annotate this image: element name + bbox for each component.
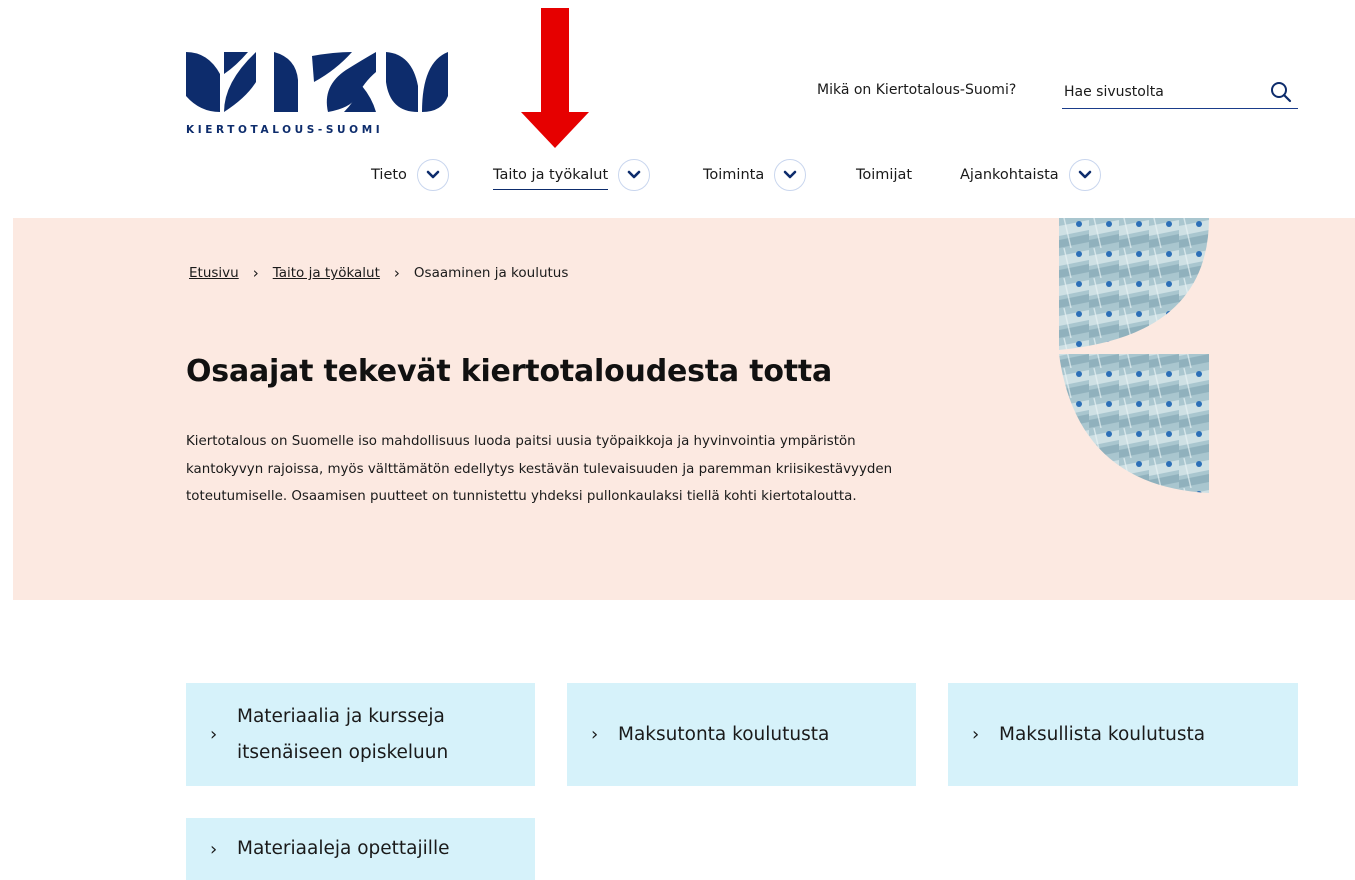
logo-tagline: KIERTOTALOUS-SUOMI xyxy=(186,124,384,136)
search-icon xyxy=(1271,82,1292,103)
chevron-down-icon[interactable] xyxy=(774,159,807,191)
nav-item-label: Toiminta xyxy=(703,167,765,183)
breadcrumb-separator: › xyxy=(252,264,259,282)
chevron-down-icon[interactable] xyxy=(1068,159,1101,191)
nav-item-toimijat[interactable]: Toimijat xyxy=(856,159,912,191)
nav-item-label: Ajankohtaista xyxy=(960,167,1059,183)
site-search xyxy=(1062,76,1298,109)
chevron-down-icon[interactable] xyxy=(618,159,651,191)
page-title: Osaajat tekevät kiertotaloudesta totta xyxy=(186,354,833,389)
card-self-study[interactable]: › Materiaalia ja kursseja itsenäiseen op… xyxy=(186,683,535,786)
card-label: Maksutonta koulutusta xyxy=(618,723,830,745)
site-logo[interactable]: KIERTOTALOUS-SUOMI xyxy=(186,46,448,138)
chevron-right-icon: › xyxy=(210,838,218,860)
nav-item-label: Tieto xyxy=(371,167,407,183)
breadcrumb-current: Osaaminen ja koulutus xyxy=(413,265,569,281)
card-teacher-materials[interactable]: › Materiaaleja opettajille xyxy=(186,818,535,880)
hero-intro: Kiertotalous on Suomelle iso mahdollisuu… xyxy=(186,434,893,504)
search-input[interactable] xyxy=(1064,80,1259,104)
search-button[interactable] xyxy=(1268,79,1294,105)
nav-item-toiminta[interactable]: Toiminta xyxy=(703,159,807,191)
nav-item-ajankohtaista[interactable]: Ajankohtaista xyxy=(960,159,1101,191)
main-nav: Tieto Taito ja työkalut Toiminta Toimija… xyxy=(0,159,1355,195)
chevron-right-icon: › xyxy=(591,724,599,745)
nav-item-taito-ja-tyokalut[interactable]: Taito ja työkalut xyxy=(493,159,651,191)
chevron-down-icon[interactable] xyxy=(416,159,449,191)
kisu-logo-icon xyxy=(186,52,448,112)
card-free-training[interactable]: › Maksutonta koulutusta xyxy=(567,683,916,786)
plastic-bottles-image xyxy=(1059,218,1209,493)
chevron-right-icon: › xyxy=(972,724,980,745)
card-label: Materiaaleja opettajille xyxy=(237,838,450,859)
chevron-right-icon: › xyxy=(210,724,218,745)
card-paid-training[interactable]: › Maksullista koulutusta xyxy=(948,683,1298,786)
nav-item-label: Toimijat xyxy=(856,167,913,183)
breadcrumb-link-home[interactable]: Etusivu xyxy=(189,265,239,281)
nav-item-label: Taito ja työkalut xyxy=(493,167,609,190)
site-header: KIERTOTALOUS-SUOMI Mikä on Kiertotalous-… xyxy=(0,0,1355,218)
nav-item-tieto[interactable]: Tieto xyxy=(371,159,449,191)
card-label: Materiaalia ja kursseja itsenäiseen opis… xyxy=(237,705,449,763)
red-arrow-annotation-icon xyxy=(521,8,589,148)
breadcrumb-separator: › xyxy=(393,264,400,282)
breadcrumb: Etusivu › Taito ja työkalut › Osaaminen … xyxy=(189,264,568,282)
breadcrumb-link-taito[interactable]: Taito ja työkalut xyxy=(273,265,380,281)
hero-section: Etusivu › Taito ja työkalut › Osaaminen … xyxy=(13,218,1355,600)
card-label: Maksullista koulutusta xyxy=(999,723,1206,745)
about-link[interactable]: Mikä on Kiertotalous-Suomi? xyxy=(817,82,1016,98)
